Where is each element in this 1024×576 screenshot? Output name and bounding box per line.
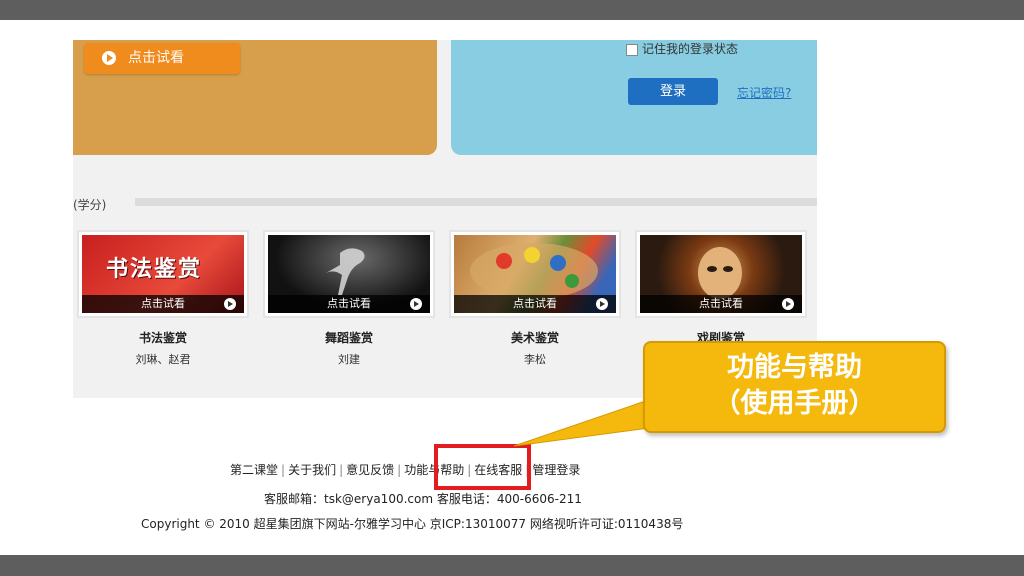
course-card-calligraphy[interactable]: 书法鉴赏 点击试看 书法鉴赏 刘琳、赵君: [77, 230, 249, 367]
remember-me[interactable]: 记住我的登录状态: [626, 40, 738, 57]
course-name[interactable]: 舞蹈鉴赏: [263, 329, 435, 346]
login-panel: 记住我的登录状态 登录 忘记密码?: [451, 40, 817, 155]
course-thumbnail[interactable]: 点击试看: [449, 230, 621, 318]
login-button[interactable]: 登录: [628, 78, 718, 105]
play-icon: [782, 298, 794, 310]
course-teacher: 刘建: [338, 353, 360, 366]
callout-line-2: （使用手册）: [713, 388, 876, 419]
course-name[interactable]: 美术鉴赏: [449, 329, 621, 346]
trial-button[interactable]: 点击试看: [84, 43, 240, 74]
play-icon: [102, 51, 116, 65]
footer-contact: 客服邮箱：tsk@erya100.com 客服电话：400-6606-211: [264, 492, 582, 506]
overlay-label: 点击试看: [141, 297, 185, 310]
course-thumbnail[interactable]: 点击试看: [635, 230, 807, 318]
footer-link-admin-login[interactable]: 管理登录: [532, 463, 580, 477]
play-icon: [410, 298, 422, 310]
course-teacher: 李松: [524, 353, 546, 366]
thumb-overlay[interactable]: 点击试看: [454, 295, 616, 313]
course-thumbnail[interactable]: 书法鉴赏 点击试看: [77, 230, 249, 318]
footer-copyright: Copyright © 2010 超星集团旗下网站-尔雅学习中心 京ICP:13…: [141, 517, 684, 531]
callout-bubble: 功能与帮助 （使用手册）: [643, 341, 946, 433]
play-icon: [224, 298, 236, 310]
forgot-password-link[interactable]: 忘记密码?: [737, 84, 791, 101]
course-card-drama[interactable]: 点击试看 戏剧鉴赏: [635, 230, 807, 351]
trial-button-label: 点击试看: [128, 50, 184, 66]
course-card-dance[interactable]: 点击试看 舞蹈鉴赏 刘建: [263, 230, 435, 367]
play-icon: [596, 298, 608, 310]
footer-link-about[interactable]: 关于我们: [288, 463, 336, 477]
banner-panel: 点击试看: [73, 40, 437, 155]
top-frame-bar: [0, 0, 1024, 20]
course-card-art[interactable]: 点击试看 美术鉴赏 李松: [449, 230, 621, 367]
overlay-label: 点击试看: [513, 297, 557, 310]
thumb-overlay[interactable]: 点击试看: [82, 295, 244, 313]
section-title: (学分): [73, 198, 107, 212]
course-thumbnail[interactable]: 点击试看: [263, 230, 435, 318]
thumb-overlay[interactable]: 点击试看: [268, 295, 430, 313]
remember-label: 记住我的登录状态: [642, 42, 739, 56]
overlay-label: 点击试看: [327, 297, 371, 310]
thumb-overlay[interactable]: 点击试看: [640, 295, 802, 313]
footer-link-second-classroom[interactable]: 第二课堂: [230, 463, 278, 477]
help-link-highlight: [434, 444, 531, 490]
callout-line-1: 功能与帮助: [727, 352, 862, 383]
section-divider: [135, 198, 817, 206]
calligraphy-thumb-text: 书法鉴赏: [106, 256, 203, 282]
overlay-label: 点击试看: [699, 297, 743, 310]
course-teacher: 刘琳、赵君: [135, 353, 191, 366]
course-name[interactable]: 书法鉴赏: [77, 329, 249, 346]
footer-link-feedback[interactable]: 意见反馈: [346, 463, 394, 477]
remember-checkbox[interactable]: [626, 43, 638, 56]
bottom-frame-bar: [0, 555, 1024, 576]
